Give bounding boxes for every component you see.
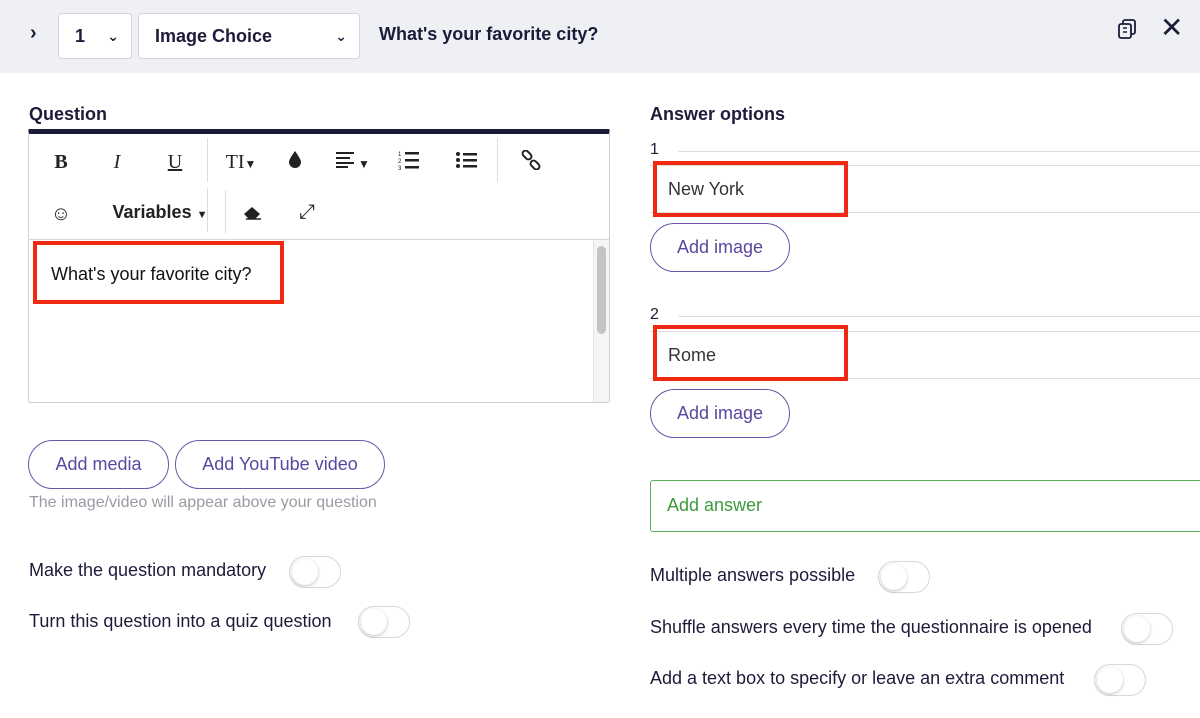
shuffle-toggle[interactable]: [1121, 613, 1173, 645]
option-divider: [678, 151, 1200, 152]
chevron-down-icon: ⌄: [107, 28, 119, 44]
highlight-option-2: [653, 325, 848, 381]
textbox-toggle[interactable]: [1094, 664, 1146, 696]
italic-button[interactable]: I: [105, 150, 129, 174]
highlight-question-text: [33, 241, 284, 304]
chevron-right-icon[interactable]: ›: [30, 22, 50, 44]
bullet-list-glyph: [456, 152, 477, 168]
add-media-button[interactable]: Add media: [28, 440, 169, 489]
caret-down-icon: ▼: [244, 157, 257, 171]
header-question-title: What's your favorite city?: [379, 24, 599, 44]
align-left-icon: [336, 152, 355, 168]
quiz-label: Turn this question into a quiz question: [29, 611, 332, 631]
textbox-label: Add a text box to specify or leave an ex…: [650, 668, 1065, 688]
toolbar-separator: [225, 190, 226, 234]
caret-down-icon: ▼: [358, 157, 370, 171]
bullet-list-icon[interactable]: [455, 150, 479, 176]
drop-icon: [289, 151, 301, 168]
quiz-toggle[interactable]: [358, 606, 410, 638]
svg-text:2: 2: [398, 159, 402, 165]
question-type-value: Image Choice: [155, 26, 273, 46]
mandatory-toggle[interactable]: [289, 556, 341, 588]
variables-button[interactable]: Variables ▼: [105, 200, 215, 227]
variables-label: Variables: [112, 202, 192, 222]
duplicate-icon[interactable]: [1117, 18, 1139, 40]
option-divider: [678, 316, 1200, 317]
question-number-value: 1: [75, 26, 86, 46]
chevron-down-icon: ⌄: [335, 28, 347, 44]
add-image-button-1[interactable]: Add image: [650, 223, 790, 272]
question-section-label: Question: [29, 104, 108, 124]
underline-button[interactable]: U: [163, 150, 187, 174]
svg-text:1: 1: [398, 152, 402, 158]
multiple-answers-label: Multiple answers possible: [650, 565, 856, 585]
svg-text:3: 3: [398, 166, 402, 170]
shuffle-label: Shuffle answers every time the questionn…: [650, 617, 1092, 637]
editor-scrollbar[interactable]: [593, 240, 609, 402]
question-number-select[interactable]: 1 ⌄: [58, 13, 132, 59]
add-answer-button[interactable]: Add answer: [650, 480, 1200, 532]
emoji-icon[interactable]: ☺: [49, 202, 73, 226]
question-header: › 1 ⌄ Image Choice ⌄ What's your favorit…: [0, 0, 1200, 73]
add-youtube-button[interactable]: Add YouTube video: [175, 440, 385, 489]
link-glyph: [521, 149, 541, 171]
eraser-icon[interactable]: [241, 202, 265, 226]
align-button[interactable]: ▼: [333, 150, 373, 176]
text-size-button[interactable]: TI▼: [221, 150, 261, 176]
toolbar-separator: [207, 138, 208, 182]
option-number: 1: [650, 141, 659, 158]
multiple-answers-toggle[interactable]: [878, 561, 930, 593]
editor-scroll-thumb[interactable]: [597, 246, 606, 334]
ordered-list-glyph: 123: [398, 152, 419, 172]
ordered-list-icon[interactable]: 123: [397, 150, 421, 176]
text-color-icon[interactable]: [285, 150, 305, 174]
toolbar-separator: [497, 138, 498, 182]
bold-button[interactable]: B: [49, 150, 73, 174]
text-size-label: TI: [225, 151, 245, 173]
mandatory-label: Make the question mandatory: [29, 560, 267, 580]
highlight-option-1: [653, 161, 848, 217]
close-icon[interactable]: ✕: [1160, 14, 1184, 42]
eraser-glyph: [244, 207, 261, 220]
fullscreen-icon[interactable]: ⤢: [295, 200, 319, 224]
answer-options-label: Answer options: [650, 104, 786, 124]
editor-toolbar: B I U TI▼ ▼ 123 ☺ Variables ▼ ⤢: [29, 134, 609, 240]
question-type-select[interactable]: Image Choice ⌄: [138, 13, 360, 59]
media-hint: The image/video will appear above your q…: [29, 494, 377, 511]
option-number: 2: [650, 306, 659, 323]
caret-down-icon: ▼: [196, 209, 208, 221]
link-icon[interactable]: [519, 149, 543, 176]
add-image-button-2[interactable]: Add image: [650, 389, 790, 438]
